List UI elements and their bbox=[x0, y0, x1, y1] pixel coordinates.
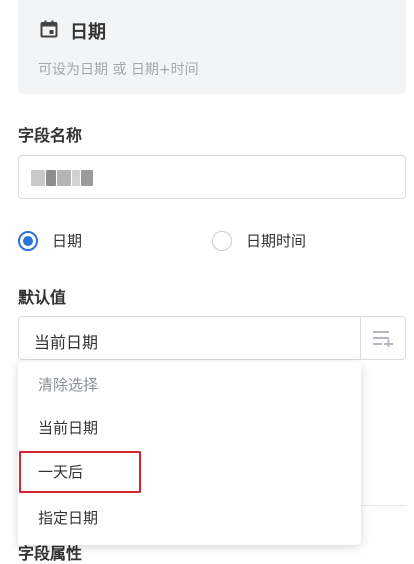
list-add-icon bbox=[373, 331, 393, 347]
dropdown-item-clear-selection[interactable]: 清除选择 bbox=[38, 374, 98, 395]
obscured-field-name-text bbox=[31, 168, 101, 188]
field-type-description: 可设为日期 或 日期+时间 bbox=[38, 62, 199, 78]
radio-datetime-label: 日期时间 bbox=[246, 232, 307, 250]
field-name-label: 字段名称 bbox=[18, 126, 83, 145]
radio-checked-indicator[interactable] bbox=[18, 230, 38, 251]
radio-date-label: 日期 bbox=[52, 232, 83, 250]
default-value-selected: 当前日期 bbox=[34, 333, 99, 352]
default-value-options-button[interactable] bbox=[360, 317, 405, 359]
default-value-dropdown: 清除选择 当前日期 一天后 指定日期 bbox=[18, 362, 361, 545]
dropdown-item-current-date[interactable]: 当前日期 bbox=[38, 417, 98, 438]
field-type-header: 日期 可设为日期 或 日期+时间 bbox=[18, 0, 406, 94]
field-name-input[interactable] bbox=[18, 155, 406, 199]
calendar-icon bbox=[40, 20, 58, 38]
default-value-select[interactable]: 当前日期 bbox=[18, 316, 406, 360]
radio-datetime[interactable]: 日期时间 bbox=[212, 230, 306, 251]
radio-date[interactable]: 日期 bbox=[18, 230, 82, 251]
divider bbox=[360, 505, 406, 506]
default-value-label: 默认值 bbox=[18, 288, 67, 307]
radio-unchecked-indicator[interactable] bbox=[212, 230, 232, 251]
dropdown-item-one-day-later[interactable]: 一天后 bbox=[38, 461, 83, 482]
field-type-title: 日期 bbox=[70, 22, 106, 43]
dropdown-item-specified-date[interactable]: 指定日期 bbox=[38, 507, 98, 528]
